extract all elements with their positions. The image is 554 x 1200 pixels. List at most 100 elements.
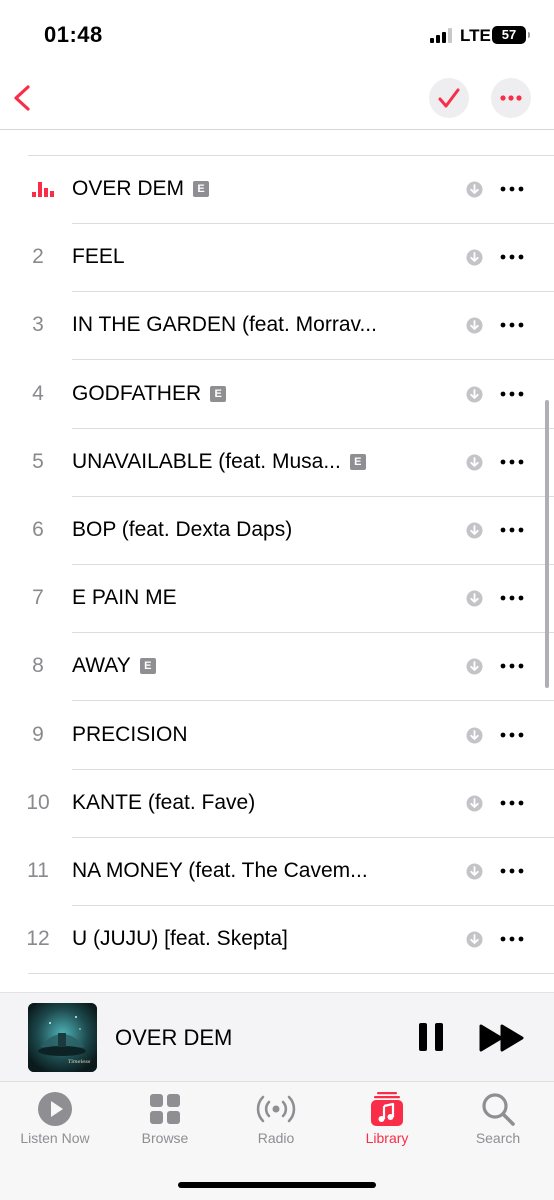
ellipsis-icon (500, 936, 524, 942)
radio-waves-icon (256, 1095, 296, 1123)
track-row[interactable]: 2 FEEL (0, 223, 554, 293)
download-button[interactable] (466, 454, 483, 476)
pause-button[interactable] (416, 1021, 446, 1053)
track-more-button[interactable] (498, 382, 526, 406)
divider (28, 973, 554, 975)
track-more-button[interactable] (498, 654, 526, 678)
track-row[interactable]: 12 U (JUJU) [feat. Skepta] (0, 905, 554, 975)
tab-label: Listen Now (20, 1130, 90, 1146)
download-button[interactable] (466, 317, 483, 339)
track-more-button[interactable] (498, 450, 526, 474)
explicit-badge: E (349, 453, 366, 470)
track-title: U (JUJU) [feat. Skepta] (72, 927, 288, 951)
track-row[interactable]: 9 PRECISION (0, 701, 554, 770)
track-more-button[interactable] (498, 859, 526, 883)
track-title-group: BOP (feat. Dexta Daps) (72, 496, 292, 564)
now-playing-equalizer-icon (32, 182, 54, 197)
mini-player[interactable]: Timeless OVER DEM (0, 992, 554, 1081)
ellipsis-icon (500, 527, 524, 533)
pause-icon (419, 1023, 443, 1051)
track-more-button[interactable] (498, 518, 526, 542)
tab-label: Library (365, 1130, 409, 1146)
grid-icon (150, 1094, 180, 1124)
skip-forward-button[interactable] (478, 1023, 526, 1053)
track-number: 5 (32, 449, 44, 473)
track-number: 12 (26, 927, 50, 951)
track-row[interactable]: 4 GODFATHER E (0, 360, 554, 429)
download-button[interactable] (466, 181, 483, 203)
download-icon (466, 658, 483, 675)
ellipsis-icon (500, 459, 524, 465)
ellipsis-icon (500, 868, 524, 874)
track-number: 8 (32, 654, 44, 678)
track-more-button[interactable] (498, 177, 526, 201)
track-more-button[interactable] (498, 245, 526, 269)
now-playing-indicator (32, 181, 58, 202)
download-button[interactable] (466, 863, 483, 885)
ellipsis-icon (500, 595, 524, 601)
track-row[interactable]: 10 KANTE (feat. Fave) (0, 769, 554, 838)
track-number: 4 (32, 381, 44, 405)
track-title: GODFATHER (72, 381, 202, 405)
download-icon (466, 454, 483, 471)
track-number: 7 (32, 586, 44, 610)
download-button[interactable] (466, 386, 483, 408)
download-icon (466, 863, 483, 880)
track-title-group: PRECISION (72, 701, 188, 769)
track-row[interactable]: 5 UNAVAILABLE (feat. Musa... E (0, 428, 554, 497)
track-number: 3 (32, 313, 44, 337)
ellipsis-icon (500, 254, 524, 260)
track-title: AWAY (72, 654, 131, 678)
scroll-indicator[interactable] (545, 400, 549, 688)
track-list[interactable]: OVER DEM E 2 FEEL 3 IN THE GARDEN (feat. Morr… (0, 130, 554, 992)
track-more-button[interactable] (498, 927, 526, 951)
download-icon (466, 181, 483, 198)
track-more-button[interactable] (498, 586, 526, 610)
track-row[interactable]: 8 AWAY E (0, 632, 554, 702)
download-button[interactable] (466, 658, 483, 680)
fast-forward-icon (479, 1024, 524, 1052)
magnifier-icon (482, 1093, 515, 1126)
track-title-group: FEEL (72, 223, 125, 291)
track-more-button[interactable] (498, 723, 526, 747)
back-button[interactable] (8, 76, 44, 120)
track-title: UNAVAILABLE (feat. Musa... (72, 449, 341, 473)
track-more-button[interactable] (498, 791, 526, 815)
download-button[interactable] (466, 249, 483, 271)
cellular-signal-icon (430, 28, 452, 43)
ellipsis-icon (500, 663, 524, 669)
download-button[interactable] (466, 727, 483, 749)
download-button[interactable] (466, 522, 483, 544)
download-icon (466, 795, 483, 812)
now-playing-title[interactable]: OVER DEM (115, 993, 232, 1082)
tab-library[interactable]: Library (332, 1090, 442, 1160)
track-row[interactable]: 3 IN THE GARDEN (feat. Morrav... (0, 291, 554, 361)
track-title-group: UNAVAILABLE (feat. Musa... E (72, 428, 366, 496)
download-button[interactable] (466, 931, 483, 953)
track-title: BOP (feat. Dexta Daps) (72, 518, 293, 541)
download-button[interactable] (466, 590, 483, 612)
tab-radio[interactable]: Radio (221, 1090, 331, 1160)
track-title: FEEL (72, 245, 125, 269)
track-title: E PAIN ME (72, 586, 177, 610)
select-button[interactable] (429, 78, 469, 118)
track-more-button[interactable] (498, 313, 526, 337)
music-library-icon (371, 1092, 403, 1126)
track-title-group: E PAIN ME (72, 564, 177, 632)
ellipsis-icon (500, 800, 524, 806)
album-artwork[interactable]: Timeless (28, 1003, 97, 1072)
track-row[interactable]: 7 E PAIN ME (0, 564, 554, 634)
tab-listen-now[interactable]: Listen Now (0, 1090, 110, 1160)
track-row[interactable]: 11 NA MONEY (feat. The Cavem... (0, 837, 554, 906)
explicit-badge: E (193, 181, 210, 197)
track-row[interactable]: 6 BOP (feat. Dexta Daps) (0, 496, 554, 565)
more-options-button[interactable] (491, 78, 531, 118)
download-button[interactable] (466, 795, 483, 817)
track-title: NA MONEY (feat. The Cavem... (72, 859, 368, 882)
tab-search[interactable]: Search (443, 1090, 553, 1160)
tab-browse[interactable]: Browse (110, 1090, 220, 1160)
home-indicator[interactable] (178, 1182, 376, 1188)
download-icon (466, 317, 483, 334)
ellipsis-icon (500, 186, 524, 192)
track-row[interactable]: OVER DEM E (0, 155, 554, 224)
